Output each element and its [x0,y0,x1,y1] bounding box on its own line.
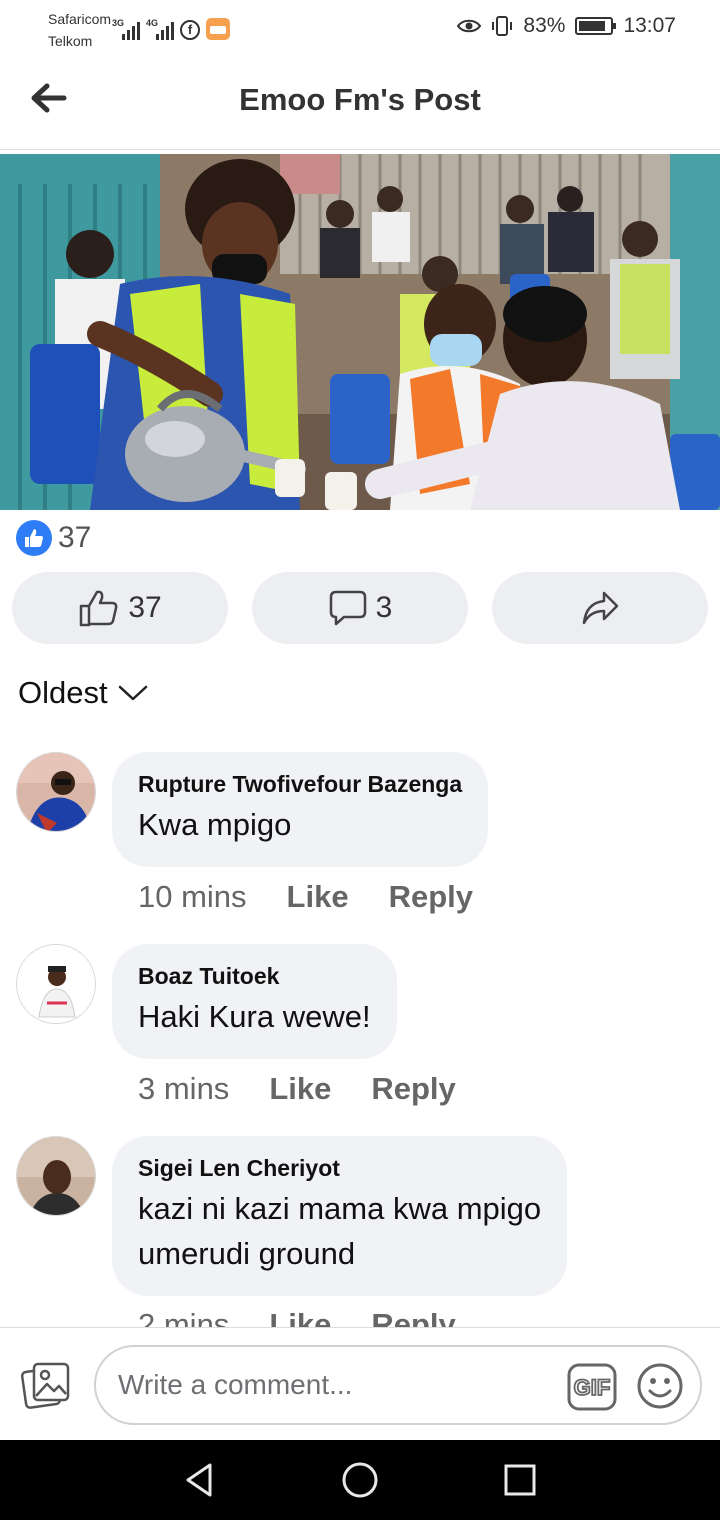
svg-text:GIF: GIF [574,1375,611,1400]
battery-percent: 83% [523,14,566,37]
comment-sort-dropdown[interactable]: Oldest [18,675,148,711]
signal-icon: 3G [112,18,140,40]
eye-comfort-icon [457,19,482,33]
comment-text: Kwa mpigo [138,807,292,842]
comment-count: 3 [375,591,393,624]
share-button[interactable] [492,572,708,644]
network-type-2: 4G [146,18,159,28]
comment-time: 2 mins [138,1307,230,1327]
status-indicators: 83% 13:07 [457,14,676,38]
avatar[interactable] [16,1136,96,1216]
comment-bubble: Rupture Twofivefour Bazenga Kwa mpigo [112,752,489,867]
app-notification-icon [206,18,230,40]
carrier-names: Safaricom Telkom [48,8,111,52]
comment-meta: 10 mins Like Reply [138,879,473,915]
avatar[interactable] [16,944,96,1024]
comment-like-button[interactable]: Like [269,1071,331,1107]
comment-bubble: Sigei Len Cheriyot kazi ni kazi mama kwa… [112,1136,568,1296]
commenter-name[interactable]: Rupture Twofivefour Bazenga [138,770,462,798]
clock: 13:07 [623,14,676,37]
comment-time: 10 mins [138,879,247,914]
comment-button[interactable]: 3 [252,572,468,644]
vibrate-icon [492,16,513,36]
comment-text-line-2: umerudi ground [138,1236,356,1271]
photo-attach-icon[interactable] [20,1360,72,1410]
chevron-down-icon [118,685,147,701]
like-reaction-icon [16,520,52,556]
comment-like-button[interactable]: Like [287,879,349,915]
comment-composer: GIF [0,1327,720,1440]
comment-list: Rupture Twofivefour Bazenga Kwa mpigo 10… [0,745,720,1327]
share-arrow-icon [582,591,619,625]
back-triangle-icon[interactable] [180,1460,220,1500]
network-icons: 3G 4G f [112,14,230,40]
status-bar: Safaricom Telkom 3G 4G f 83% 13:07 [0,0,720,56]
comment-bubble: Boaz Tuitoek Haki Kura wewe! [112,944,397,1059]
reaction-count: 37 [58,521,92,554]
like-button[interactable]: 37 [12,572,228,644]
comment-meta: 2 mins Like Reply [138,1307,456,1327]
commenter-name[interactable]: Sigei Len Cheriyot [138,1154,541,1182]
comment-text-line-1: kazi ni kazi mama kwa mpigo [138,1191,542,1226]
recents-square-icon[interactable] [500,1460,540,1500]
comment-text: Haki Kura wewe! [138,999,371,1034]
commenter-name[interactable]: Boaz Tuitoek [138,962,371,990]
post-photo[interactable] [0,154,720,510]
facebook-notification-icon: f [180,20,200,40]
like-count: 37 [128,591,162,624]
reaction-summary[interactable]: 37 [16,518,91,558]
comment-reply-button[interactable]: Reply [371,1307,455,1327]
carrier-1: Safaricom [48,11,112,27]
battery-icon [575,17,617,35]
gif-icon[interactable]: GIF [566,1362,618,1412]
avatar[interactable] [16,752,96,832]
home-circle-icon[interactable] [340,1460,380,1500]
comment-reply-button[interactable]: Reply [371,1071,455,1107]
comment-text: kazi ni kazi mama kwa mpigo umerudi grou… [138,1186,541,1276]
sort-label: Oldest [18,675,108,710]
thumbs-up-icon [80,590,118,627]
page-title: Emoo Fm's Post [239,82,481,117]
system-nav-bar [0,1440,720,1520]
comment-reply-button[interactable]: Reply [389,879,473,915]
app-header: Emoo Fm's Post [0,56,720,150]
comment-bubble-icon [329,590,366,626]
emoji-icon[interactable] [636,1362,684,1410]
comment-meta: 3 mins Like Reply [138,1071,456,1107]
network-type-1: 3G [112,18,125,28]
post-actions: 37 3 [12,572,708,644]
comment-time: 3 mins [138,1071,230,1106]
comment-like-button[interactable]: Like [269,1307,331,1327]
carrier-2: Telkom [48,33,93,49]
signal-icon: 4G [146,18,174,40]
